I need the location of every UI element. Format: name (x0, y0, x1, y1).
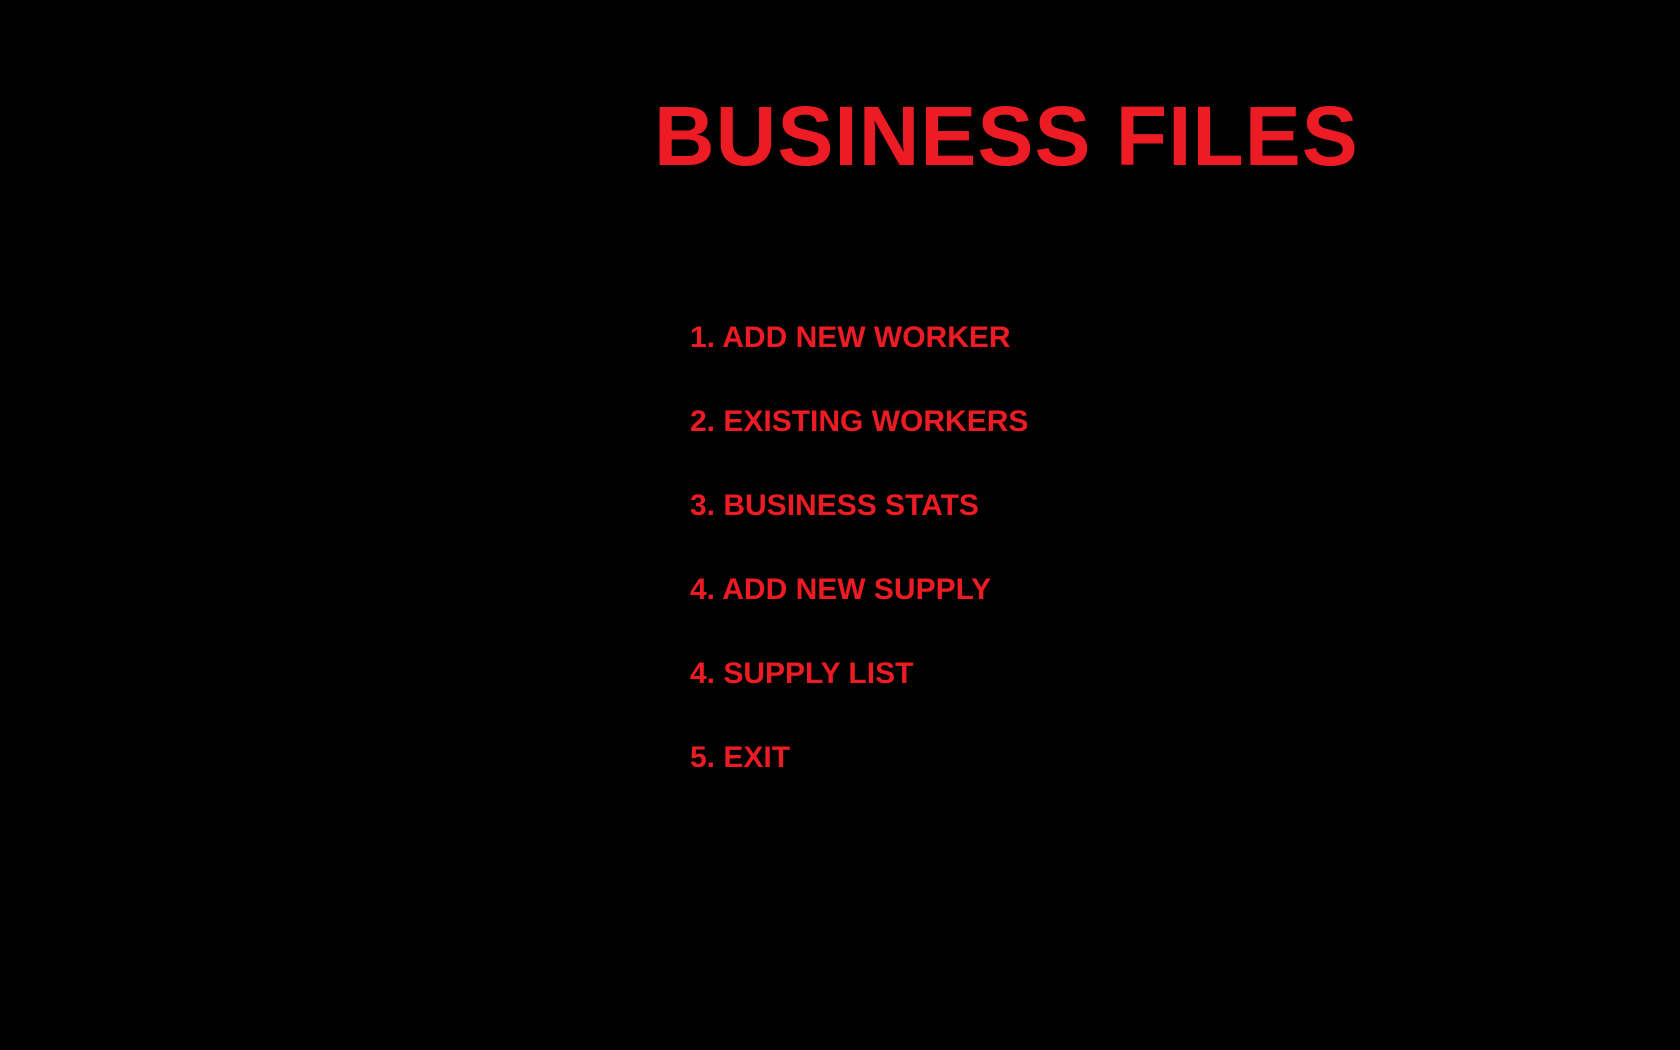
menu-item-existing-workers[interactable]: 2. EXISTING WORKERS (690, 398, 1028, 482)
menu-item-add-new-worker[interactable]: 1. ADD NEW WORKER (690, 314, 1028, 398)
main-menu: 1. ADD NEW WORKER 2. EXISTING WORKERS 3.… (690, 314, 1028, 818)
menu-item-add-new-supply[interactable]: 4. ADD NEW SUPPLY (690, 566, 1028, 650)
page-title: BUSINESS FILES (654, 89, 1359, 183)
menu-item-exit[interactable]: 5. EXIT (690, 734, 1028, 818)
menu-item-business-stats[interactable]: 3. BUSINESS STATS (690, 482, 1028, 566)
menu-item-supply-list[interactable]: 4. SUPPLY LIST (690, 650, 1028, 734)
main-menu-screen: BUSINESS FILES 1. ADD NEW WORKER 2. EXIS… (0, 0, 1680, 1050)
